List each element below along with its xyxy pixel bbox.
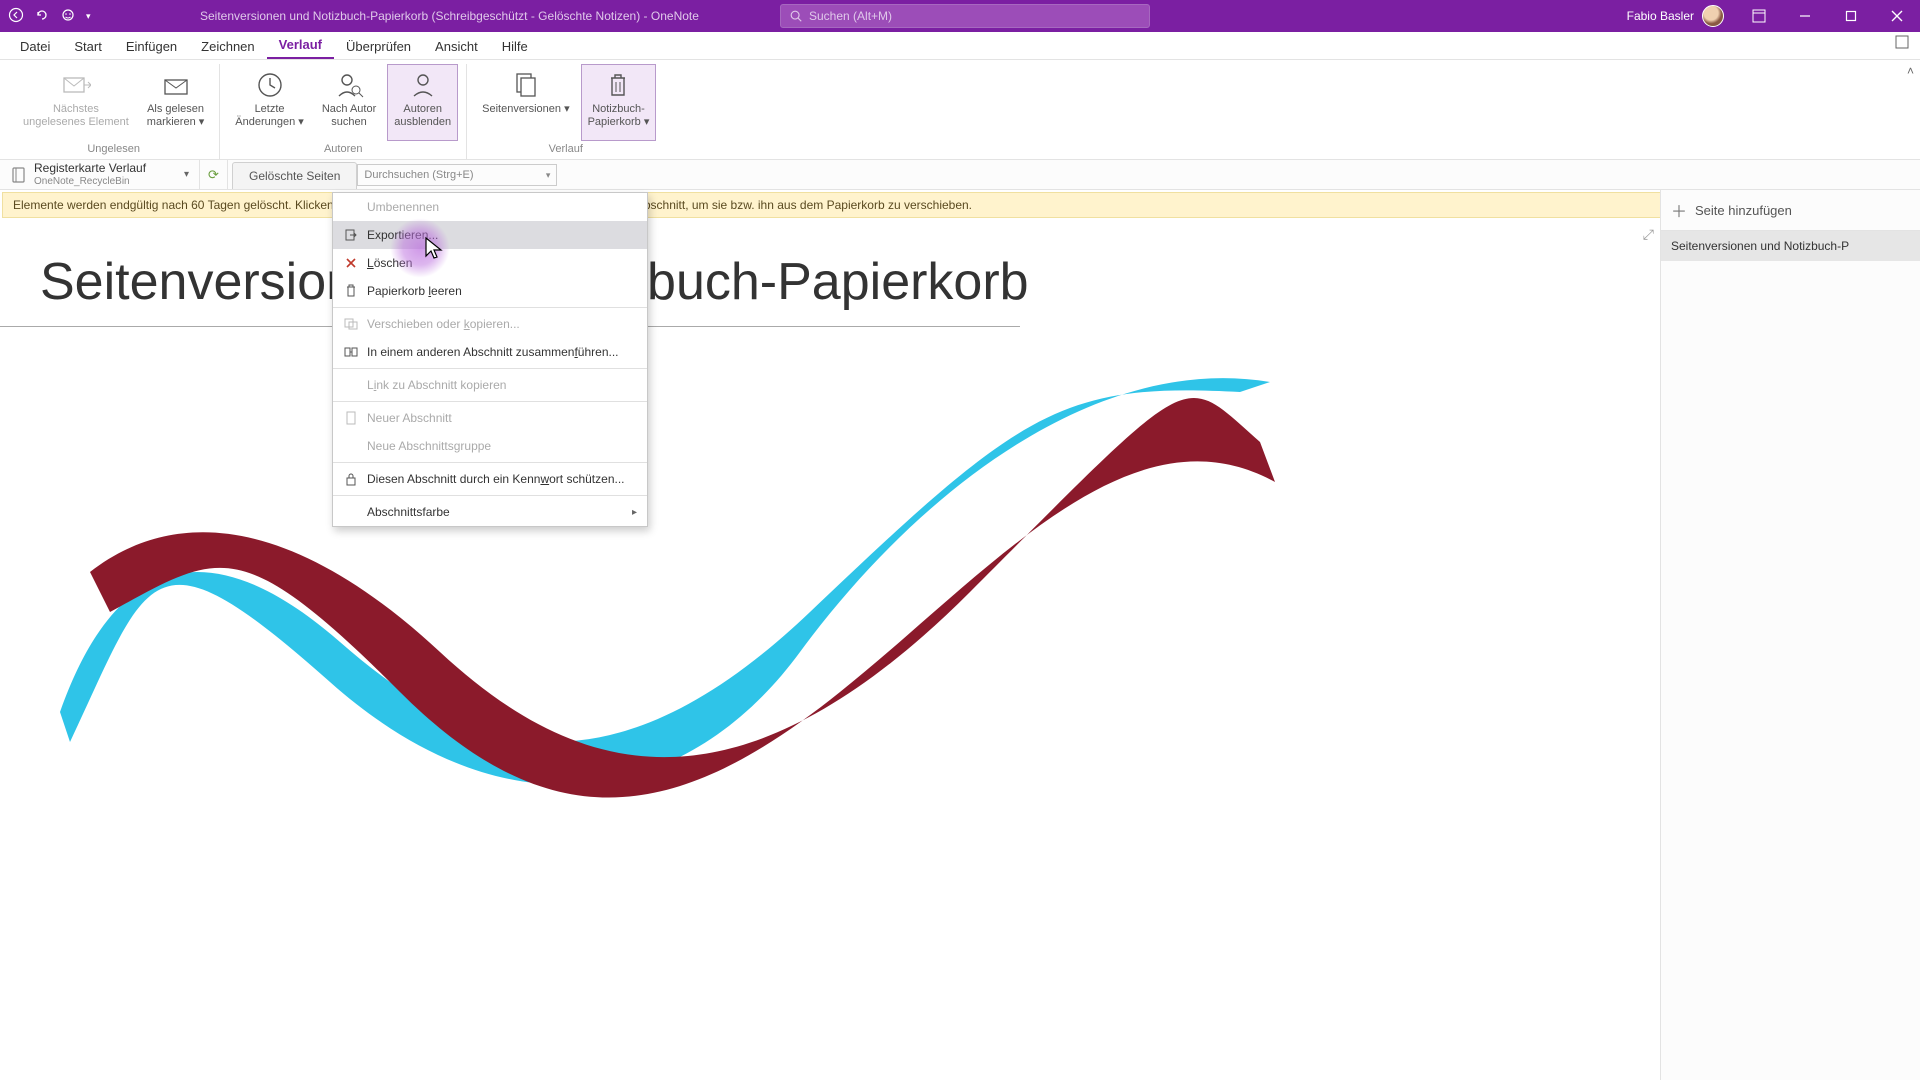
page-list-item[interactable]: Seitenversionen und Notizbuch-P	[1661, 231, 1920, 261]
plus-icon: ＋	[1671, 198, 1687, 222]
notebook-icon	[10, 166, 28, 184]
close-button[interactable]	[1874, 0, 1920, 32]
page-canvas: ⤢ Seitenversionen und Notizbuch-Papierko…	[0, 222, 1660, 1080]
clock-icon	[253, 69, 287, 101]
ribbon-clock-button[interactable]: Letzte Änderungen ▾	[228, 64, 311, 141]
ctx-export[interactable]: Exportieren...	[333, 221, 647, 249]
tab-überprüfen[interactable]: Überprüfen	[334, 33, 423, 59]
avatar	[1702, 5, 1724, 27]
page-list-panel: ＋ Seite hinzufügen Seitenversionen und N…	[1660, 190, 1920, 1080]
ribbon-person-search-button[interactable]: Nach Autor suchen	[315, 64, 383, 141]
ctx-delete[interactable]: Löschen	[333, 249, 647, 277]
titlebar-left-controls: ▾	[0, 7, 91, 26]
ribbon: Nächstes ungelesenes ElementAls gelesen …	[0, 60, 1920, 160]
mail-read-icon	[159, 69, 193, 101]
delete-icon	[341, 257, 361, 269]
ribbon-mail-next-button: Nächstes ungelesenes Element	[16, 64, 136, 141]
ribbon-display-options-icon[interactable]	[1736, 0, 1782, 32]
ribbon-group-label: Ungelesen	[87, 141, 140, 159]
global-search-input[interactable]	[809, 9, 1141, 23]
titlebar-right-controls: Fabio Basler	[1615, 0, 1920, 32]
section-bar: Registerkarte Verlauf OneNote_RecycleBin…	[0, 160, 1920, 190]
tab-datei[interactable]: Datei	[8, 33, 62, 59]
ctx-new-section-group: Neue Abschnittsgruppe	[333, 432, 647, 460]
page-versions-icon	[509, 69, 543, 101]
undo-icon[interactable]	[34, 7, 50, 26]
decorative-wave-image	[40, 342, 1280, 802]
share-icon[interactable]	[1890, 30, 1914, 59]
ctx-section-color[interactable]: Abschnittsfarbe ▸	[333, 498, 647, 526]
tab-hilfe[interactable]: Hilfe	[490, 33, 540, 59]
section-context-menu: Umbenennen Exportieren... Löschen Papier…	[332, 192, 648, 527]
section-tab-deleted-pages[interactable]: Gelöschte Seiten	[232, 162, 357, 189]
export-icon	[341, 228, 361, 242]
ctx-new-section: Neuer Abschnitt	[333, 404, 647, 432]
ribbon-group-label: Verlauf	[549, 141, 583, 159]
add-page-button[interactable]: ＋ Seite hinzufügen	[1661, 190, 1920, 231]
global-search[interactable]	[780, 4, 1150, 28]
chevron-down-icon: ▾	[184, 169, 189, 180]
ribbon-tabs: DateiStartEinfügenZeichnenVerlaufÜberprü…	[0, 32, 1920, 60]
new-section-icon	[341, 411, 361, 425]
ribbon-group-label: Autoren	[324, 141, 363, 159]
ctx-rename: Umbenennen	[333, 193, 647, 221]
tab-start[interactable]: Start	[62, 33, 113, 59]
maximize-button[interactable]	[1828, 0, 1874, 32]
chevron-down-icon: ▾	[546, 170, 551, 181]
title-bar: ▾ Seitenversionen und Notizbuch-Papierko…	[0, 0, 1920, 32]
person-hide-icon	[406, 69, 440, 101]
collapse-ribbon-icon[interactable]: ˄	[1907, 64, 1914, 78]
lock-icon	[341, 472, 361, 486]
minimize-button[interactable]	[1782, 0, 1828, 32]
ctx-copy-link: Link zu Abschnitt kopieren	[333, 371, 647, 399]
trash-icon	[601, 69, 635, 101]
ribbon-mail-read-button[interactable]: Als gelesen markieren ▾	[140, 64, 211, 141]
back-icon[interactable]	[8, 7, 24, 26]
sync-status-icon[interactable]: ⟳	[200, 160, 228, 189]
user-name-label: Fabio Basler	[1627, 9, 1694, 23]
search-icon	[789, 9, 803, 23]
add-page-label: Seite hinzufügen	[1695, 203, 1792, 218]
tab-zeichnen[interactable]: Zeichnen	[189, 33, 266, 59]
tab-ansicht[interactable]: Ansicht	[423, 33, 490, 59]
ribbon-page-versions-button[interactable]: Seitenversionen ▾	[475, 64, 576, 141]
notebook-selector[interactable]: Registerkarte Verlauf OneNote_RecycleBin…	[0, 160, 200, 189]
search-pages-box[interactable]: Durchsuchen (Strg+E) ▾	[357, 164, 557, 186]
expand-page-icon[interactable]: ⤢	[1643, 226, 1654, 243]
merge-icon	[341, 346, 361, 358]
ctx-move-or-copy: Verschieben oder kopieren...	[333, 310, 647, 338]
person-search-icon	[332, 69, 366, 101]
ctx-merge-section[interactable]: In einem anderen Abschnitt zusammenführe…	[333, 338, 647, 366]
info-bar: Elemente werden endgültig nach 60 Tagen …	[2, 192, 1914, 218]
account-button[interactable]: Fabio Basler	[1615, 5, 1736, 27]
tab-einfügen[interactable]: Einfügen	[114, 33, 189, 59]
chevron-right-icon: ▸	[632, 507, 637, 518]
tab-verlauf[interactable]: Verlauf	[267, 31, 334, 59]
ctx-password-protect[interactable]: Diesen Abschnitt durch ein Kennwort schü…	[333, 465, 647, 493]
mail-next-icon	[59, 69, 93, 101]
move-icon	[341, 318, 361, 330]
touch-mode-icon[interactable]	[60, 7, 76, 26]
notebook-name: Registerkarte Verlauf OneNote_RecycleBin	[34, 162, 146, 186]
ribbon-trash-button[interactable]: Notizbuch- Papierkorb ▾	[581, 64, 657, 141]
ctx-empty-recycle-bin[interactable]: Papierkorb leeren	[333, 277, 647, 305]
ribbon-person-hide-button[interactable]: Autoren ausblenden	[387, 64, 458, 141]
search-pages-placeholder: Durchsuchen (Strg+E)	[364, 169, 473, 181]
trash-icon	[341, 284, 361, 298]
qat-dropdown-icon[interactable]: ▾	[86, 11, 91, 22]
window-title: Seitenversionen und Notizbuch-Papierkorb…	[200, 9, 699, 23]
